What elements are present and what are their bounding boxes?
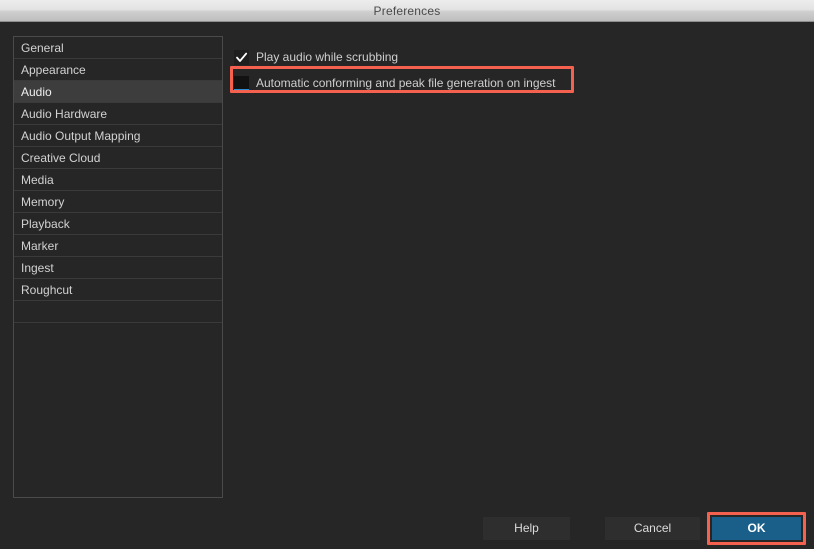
category-list-empty-space: [14, 301, 222, 323]
sidebar-item-creative-cloud[interactable]: Creative Cloud: [14, 147, 222, 169]
sidebar-item-audio-output-mapping[interactable]: Audio Output Mapping: [14, 125, 222, 147]
play-audio-while-scrubbing-row[interactable]: Play audio while scrubbing: [234, 48, 398, 66]
cancel-button[interactable]: Cancel: [605, 517, 700, 540]
sidebar-item-memory[interactable]: Memory: [14, 191, 222, 213]
play-audio-while-scrubbing-label: Play audio while scrubbing: [256, 50, 399, 64]
sidebar-item-audio-hardware[interactable]: Audio Hardware: [14, 103, 222, 125]
sidebar-item-playback[interactable]: Playback: [14, 213, 222, 235]
empty-checkbox-icon[interactable]: [234, 75, 249, 91]
sidebar-item-appearance[interactable]: Appearance: [14, 59, 222, 81]
category-list[interactable]: General Appearance Audio Audio Hardware …: [13, 36, 223, 498]
checkmark-icon[interactable]: [234, 49, 249, 65]
title-bar: Preferences: [0, 0, 814, 22]
sidebar-item-audio[interactable]: Audio: [14, 81, 222, 103]
help-button[interactable]: Help: [483, 517, 570, 540]
automatic-conforming-row[interactable]: Automatic conforming and peak file gener…: [234, 74, 556, 92]
audio-settings-pane: Play audio while scrubbing Automatic con…: [232, 36, 792, 498]
sidebar-item-general[interactable]: General: [14, 37, 222, 59]
sidebar-item-marker[interactable]: Marker: [14, 235, 222, 257]
sidebar-item-media[interactable]: Media: [14, 169, 222, 191]
sidebar-item-ingest[interactable]: Ingest: [14, 257, 222, 279]
sidebar-item-roughcut[interactable]: Roughcut: [14, 279, 222, 301]
preferences-dialog: Preferences General Appearance Audio Aud…: [0, 0, 814, 549]
window-title: Preferences: [373, 3, 441, 18]
ok-button[interactable]: OK: [712, 517, 801, 540]
automatic-conforming-label: Automatic conforming and peak file gener…: [256, 76, 556, 90]
